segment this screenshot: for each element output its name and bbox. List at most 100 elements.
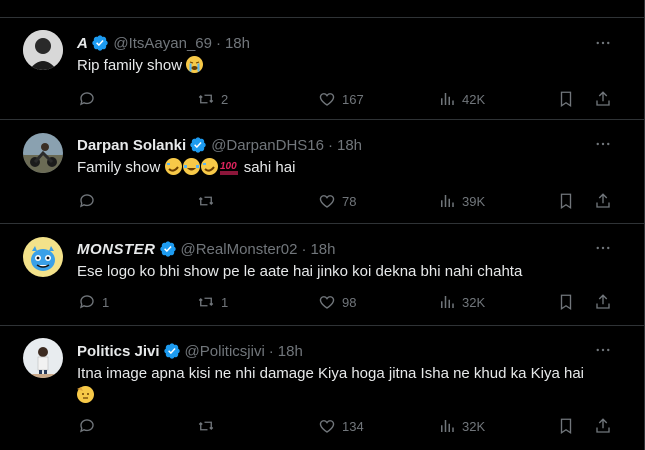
- display-name[interactable]: MONSTER: [77, 241, 156, 258]
- share-button[interactable]: [594, 89, 612, 109]
- rofl-face-emoji: [164, 158, 182, 175]
- previous-tweet-remnant: [0, 0, 644, 18]
- share-icon: [596, 193, 610, 208]
- tweet[interactable]: MONSTER @RealMonster02 · 18h Ese logo ko…: [0, 225, 644, 326]
- tweet-actions: 134 32K: [0, 416, 644, 436]
- svg-text:100: 100: [220, 161, 237, 172]
- bookmark-button[interactable]: [557, 191, 575, 211]
- analytics-icon: [441, 93, 454, 105]
- timestamp[interactable]: 18h: [310, 241, 335, 258]
- more-options-icon[interactable]: [594, 239, 612, 257]
- share-button[interactable]: [594, 191, 612, 211]
- reply-button[interactable]: [78, 191, 102, 211]
- tweet-text-content: Ese logo ko bhi show pe le aate hai jink…: [77, 263, 523, 280]
- retweet-button[interactable]: 2: [197, 89, 228, 109]
- timestamp[interactable]: 18h: [337, 137, 362, 154]
- analytics-icon: [441, 296, 454, 308]
- tweet-text: Family show 100 sahi hai: [77, 158, 617, 178]
- like-button[interactable]: 134: [318, 416, 364, 436]
- bookmark-icon: [560, 193, 572, 210]
- avatar[interactable]: [23, 30, 63, 70]
- display-name[interactable]: Politics Jivi: [77, 343, 160, 360]
- share-icon: [596, 418, 610, 433]
- analytics-icon: [441, 420, 454, 432]
- more-options-icon[interactable]: [594, 135, 612, 153]
- like-count: 98: [342, 294, 357, 310]
- reply-button[interactable]: [78, 416, 102, 436]
- separator-dot: ·: [215, 34, 221, 52]
- timeline: A @ItsAayan_69 · 18h Rip family show 2 1…: [0, 0, 645, 450]
- bookmark-icon: [560, 418, 572, 435]
- retweet-button[interactable]: [197, 416, 221, 436]
- reply-icon: [79, 295, 94, 309]
- share-button[interactable]: [594, 416, 612, 436]
- tweet-text: Rip family show: [77, 56, 617, 76]
- heart-icon: [319, 195, 335, 208]
- verified-badge-icon: [159, 241, 176, 257]
- tweet-actions: 2 167 42K: [0, 89, 644, 109]
- view-count: 32K: [462, 294, 486, 310]
- saluting-face-emoji: [77, 386, 94, 403]
- tweet[interactable]: Politics Jivi @Politicsjivi · 18h Itna i…: [0, 327, 644, 450]
- view-count: 39K: [462, 193, 486, 209]
- retweet-count: 1: [221, 294, 229, 310]
- loudly-crying-face-emoji: [186, 56, 204, 73]
- more-options-icon[interactable]: [594, 341, 612, 359]
- timestamp[interactable]: 18h: [278, 343, 303, 360]
- like-button[interactable]: 167: [318, 89, 364, 109]
- retweet-button[interactable]: [197, 191, 221, 211]
- verified-badge-icon: [163, 343, 180, 359]
- bookmark-button[interactable]: [557, 292, 575, 312]
- like-count: 134: [342, 418, 364, 434]
- like-button[interactable]: 78: [318, 191, 356, 211]
- user-handle[interactable]: @Politicsjivi: [185, 343, 265, 360]
- user-handle[interactable]: @ItsAayan_69: [113, 35, 212, 52]
- bookmark-button[interactable]: [557, 416, 575, 436]
- reply-button[interactable]: 1: [78, 292, 109, 312]
- retweet-icon: [198, 297, 214, 307]
- views-button[interactable]: 39K: [438, 191, 485, 211]
- reply-icon: [79, 92, 94, 106]
- user-handle[interactable]: @DarpanDHS16: [211, 137, 324, 154]
- bookmark-button[interactable]: [557, 89, 575, 109]
- timestamp[interactable]: 18h: [225, 35, 250, 52]
- tweet-text-content: Itna image apna kisi ne nhi damage Kiya …: [77, 365, 584, 382]
- display-name[interactable]: Darpan Solanki: [77, 137, 186, 154]
- tweet-header: MONSTER @RealMonster02 · 18h: [77, 239, 335, 259]
- retweet-icon: [198, 421, 214, 431]
- tweet[interactable]: A @ItsAayan_69 · 18h Rip family show 2 1…: [0, 19, 644, 120]
- tweet[interactable]: Darpan Solanki @DarpanDHS16 · 18h Family…: [0, 121, 644, 224]
- verified-badge-icon: [190, 137, 206, 153]
- reply-count: 1: [102, 294, 110, 310]
- tweet-text-content: Family show: [77, 159, 161, 176]
- views-button[interactable]: 42K: [438, 89, 485, 109]
- avatar[interactable]: [23, 237, 63, 277]
- avatar[interactable]: [23, 133, 63, 173]
- heart-icon: [319, 296, 335, 309]
- bookmark-icon: [560, 91, 572, 108]
- like-count: 167: [342, 91, 364, 107]
- joy-face-emoji: [182, 158, 200, 175]
- views-button[interactable]: 32K: [438, 416, 485, 436]
- avatar[interactable]: [23, 338, 63, 378]
- reply-icon: [79, 419, 94, 433]
- share-icon: [596, 294, 610, 309]
- share-icon: [596, 91, 610, 106]
- tweet-text: Ese logo ko bhi show pe le aate hai jink…: [77, 262, 617, 282]
- separator-dot: ·: [327, 136, 333, 154]
- hundred-points-emoji: 100: [219, 158, 239, 175]
- display-name[interactable]: A: [77, 35, 88, 52]
- separator-dot: ·: [268, 342, 274, 360]
- reply-button[interactable]: [78, 89, 102, 109]
- user-handle[interactable]: @RealMonster02: [181, 241, 298, 258]
- tweet-header: Darpan Solanki @DarpanDHS16 · 18h: [77, 135, 362, 155]
- more-options-icon[interactable]: [594, 34, 612, 52]
- share-button[interactable]: [594, 292, 612, 312]
- retweet-button[interactable]: 1: [197, 292, 228, 312]
- views-button[interactable]: 32K: [438, 292, 485, 312]
- like-button[interactable]: 98: [318, 292, 356, 312]
- like-count: 78: [342, 193, 357, 209]
- separator-dot: ·: [301, 240, 307, 258]
- tweet-text: Itna image apna kisi ne nhi damage Kiya …: [77, 364, 622, 406]
- tweet-header: A @ItsAayan_69 · 18h: [77, 33, 250, 53]
